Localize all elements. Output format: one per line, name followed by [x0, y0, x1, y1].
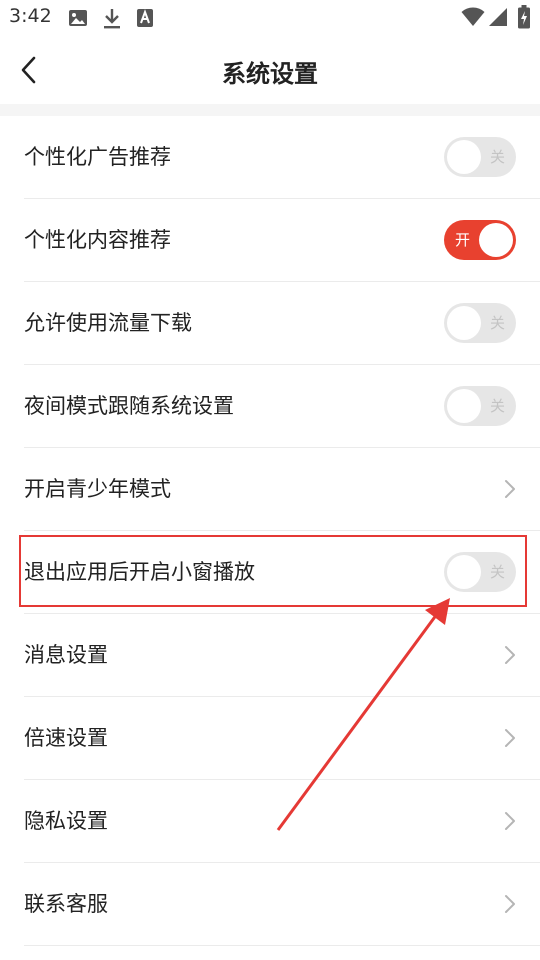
- chevron-right-icon: [505, 646, 515, 664]
- setting-label: 联系客服: [24, 892, 108, 916]
- toggle-state-text: 关: [489, 397, 505, 415]
- status-bar: 3:42: [0, 0, 540, 36]
- toggle-knob: [447, 140, 481, 174]
- setting-label: 消息设置: [24, 643, 108, 667]
- setting-teen-mode[interactable]: 开启青少年模式: [0, 448, 540, 531]
- section-divider: [0, 104, 540, 116]
- chevron-right-icon: [505, 895, 515, 913]
- toggle-state-text: 关: [489, 314, 505, 332]
- download-icon: [102, 8, 122, 34]
- setting-label: 退出应用后开启小窗播放: [24, 560, 255, 584]
- night-mode-follow-system-toggle[interactable]: 关: [444, 386, 516, 426]
- toggle-knob: [447, 555, 481, 589]
- mini-window-playback-toggle[interactable]: 关: [444, 552, 516, 592]
- setting-label: 夜间模式跟随系统设置: [24, 394, 234, 418]
- wifi-icon: [461, 7, 485, 31]
- toggle-knob: [479, 223, 513, 257]
- page-title: 系统设置: [222, 60, 318, 88]
- settings-list: 个性化广告推荐 关 个性化内容推荐 开 允许使用流量下载 关 夜间模式跟随系统设…: [0, 116, 540, 946]
- setting-personalized-ads: 个性化广告推荐 关: [0, 116, 540, 199]
- battery-charging-icon: [518, 5, 530, 33]
- image-icon: [68, 8, 88, 32]
- setting-label: 个性化广告推荐: [24, 145, 171, 169]
- chevron-right-icon: [505, 480, 515, 498]
- personalized-content-toggle[interactable]: 开: [444, 220, 516, 260]
- setting-label: 开启青少年模式: [24, 477, 171, 501]
- toggle-state-text: 关: [489, 563, 505, 581]
- setting-night-mode-follow-system: 夜间模式跟随系统设置 关: [0, 365, 540, 448]
- mobile-data-download-toggle[interactable]: 关: [444, 303, 516, 343]
- nav-bar: 系统设置: [0, 36, 540, 104]
- setting-message[interactable]: 消息设置: [0, 614, 540, 697]
- status-time: 3:42: [9, 5, 52, 27]
- setting-playback-speed[interactable]: 倍速设置: [0, 697, 540, 780]
- setting-mobile-data-download: 允许使用流量下载 关: [0, 282, 540, 365]
- setting-label: 倍速设置: [24, 726, 108, 750]
- toggle-state-text: 开: [455, 231, 471, 249]
- toggle-knob: [447, 306, 481, 340]
- personalized-ads-toggle[interactable]: 关: [444, 137, 516, 177]
- setting-customer-service[interactable]: 联系客服: [0, 863, 540, 946]
- chevron-right-icon: [505, 729, 515, 747]
- setting-personalized-content: 个性化内容推荐 开: [0, 199, 540, 282]
- setting-label: 允许使用流量下载: [24, 311, 192, 335]
- setting-mini-window-playback: 退出应用后开启小窗播放 关: [0, 531, 540, 614]
- setting-label: 个性化内容推荐: [24, 228, 171, 252]
- toggle-state-text: 关: [489, 148, 505, 166]
- font-app-icon: [136, 8, 154, 32]
- setting-label: 隐私设置: [24, 809, 108, 833]
- chevron-right-icon: [505, 812, 515, 830]
- setting-privacy[interactable]: 隐私设置: [0, 780, 540, 863]
- signal-icon: [488, 7, 508, 31]
- toggle-knob: [447, 389, 481, 423]
